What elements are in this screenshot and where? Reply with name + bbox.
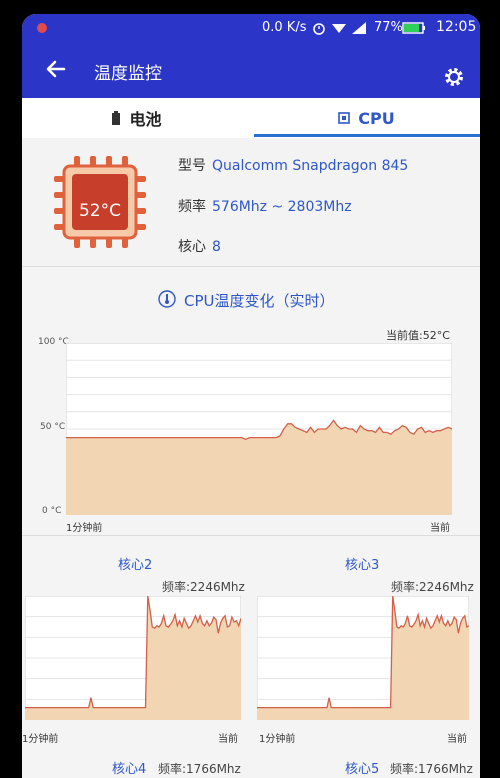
model-row: 型号 Qualcomm Snapdragon 845 (178, 155, 408, 175)
core4-freq: 频率:1766Mhz (158, 762, 241, 776)
alarm-icon (313, 23, 325, 35)
x-start-label: 1分钟前 (22, 734, 59, 745)
battery-percent: 77% (374, 20, 403, 35)
cores-value: 8 (212, 239, 221, 255)
y-tick-100: 100 °C (38, 337, 69, 347)
tab-cpu-label: CPU (358, 108, 395, 128)
x-start-label: 1分钟前 (66, 523, 103, 534)
core-card-3: 核心3 频率:2246Mhz 1分钟前 当前 核心5 (251, 536, 480, 778)
core-freq: 频率:2246Mhz (391, 580, 474, 594)
x-start-label: 1分钟前 (259, 734, 296, 745)
battery-tab-icon (112, 111, 121, 125)
x-end-label: 当前 (218, 734, 238, 745)
core-freq: 频率:2246Mhz (162, 580, 245, 594)
chart-title: CPU温度变化（实时） (184, 292, 335, 310)
cpu-info-panel: 52°C 型号 Qualcomm Snapdragon 845 频率 576Mhz … (22, 138, 480, 267)
cores-label: 核心 (178, 239, 206, 255)
y-tick-0: 0 °C (42, 506, 62, 516)
cpu-temperature: 52°C (78, 201, 121, 221)
page-title: 温度监控 (94, 64, 162, 84)
model-value: Qualcomm Snapdragon 845 (212, 158, 409, 174)
temperature-chart-section: CPU温度变化（实时） 当前值:52°C 100 °C 50 °C 0 °C 1… (22, 267, 480, 536)
core-title: 核心2 (118, 558, 153, 573)
freq-row: 频率 576Mhz ~ 2803Mhz (178, 196, 352, 216)
core-title: 核心5 (345, 762, 380, 777)
core-title: 核心3 (345, 558, 380, 573)
back-arrow-icon[interactable] (44, 57, 68, 81)
model-label: 型号 (178, 158, 206, 174)
chip-tab-icon (338, 112, 351, 124)
tab-indicator (254, 134, 480, 137)
core2-load-chart (25, 596, 241, 720)
core5-freq: 频率:1766Mhz (390, 762, 473, 776)
tab-battery-label: 电池 (129, 110, 162, 129)
wifi-icon (332, 24, 346, 33)
tab-bar: 电池 CPU (22, 98, 480, 139)
freq-value: 576Mhz ~ 2803Mhz (212, 199, 352, 215)
battery-icon (402, 22, 425, 34)
freq-label: 频率 (178, 199, 206, 215)
tab-cpu[interactable]: CPU (251, 98, 480, 138)
clock: 12:05 (436, 19, 477, 35)
network-speed: 0.0 K/s (262, 20, 307, 35)
gear-icon[interactable] (443, 66, 465, 88)
tab-battery[interactable]: 电池 (22, 98, 251, 138)
phone-screen: 0.0 K/s 77% 12:05 温度监控 电池 CPU 52°C 型号 Qu… (22, 14, 480, 778)
thermometer-icon (158, 290, 176, 308)
x-end-label: 当前 (430, 523, 450, 534)
signal-icon (352, 22, 366, 34)
temperature-area-chart (66, 343, 452, 515)
cores-row: 核心 8 (178, 236, 221, 256)
current-value: 当前值:52°C (386, 329, 450, 342)
notification-icon (37, 23, 47, 33)
app-bar: 温度监控 (22, 42, 480, 98)
core-title: 核心4 (112, 762, 147, 777)
core-card-2: 核心2 频率:2246Mhz 1分钟前 当前 核心4 (22, 536, 251, 778)
y-tick-50: 50 °C (40, 422, 66, 432)
core3-load-chart (257, 596, 469, 720)
x-end-label: 当前 (447, 734, 467, 745)
status-bar: 0.0 K/s 77% 12:05 (22, 14, 480, 42)
